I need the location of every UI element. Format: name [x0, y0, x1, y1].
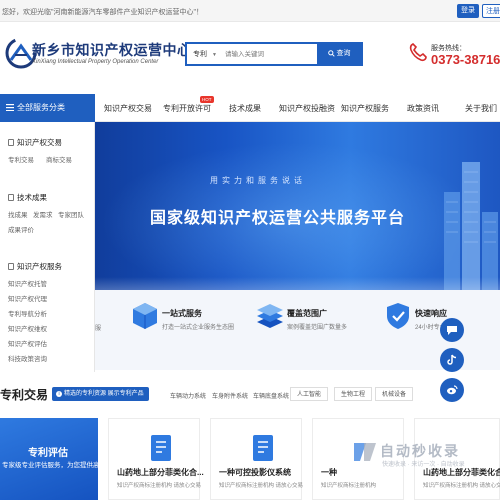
feature-title: 覆盖范围广: [287, 309, 327, 318]
patent-desc: 知识产权商标注册机构 请放心交易: [423, 483, 500, 489]
patent-desc: 知识产权商标注册机构 请放心交易: [219, 483, 304, 489]
banner-tagline: 用实力和服务说话: [210, 176, 306, 185]
patent-title: 山药地上部分菲类化合...: [117, 468, 204, 477]
box-icon: [133, 303, 157, 329]
trade-tab[interactable]: 车辆动力系统: [170, 391, 206, 400]
watermark-logo-icon: [354, 443, 376, 461]
nav-item-ip-finance[interactable]: 知识产权投融资: [279, 103, 335, 114]
sidebar-link[interactable]: 发需求: [33, 209, 53, 219]
site-header: 新乡市知识产权运营中心 XinXiang Intellectual Proper…: [0, 22, 500, 94]
chat-icon: [447, 326, 457, 335]
nav-item-ip-service[interactable]: 知识产权服务: [341, 103, 389, 114]
patent-card[interactable]: 山药地上部分菲类化合... 知识产权商标注册机构 请放心交易: [108, 418, 204, 500]
book-icon: [8, 263, 14, 270]
book-icon: [8, 194, 14, 201]
hot-badge: HOT: [200, 96, 214, 103]
tiktok-icon: [447, 354, 457, 365]
section-title: 专利交易: [0, 388, 49, 402]
nav-item-policy-news[interactable]: 政策资讯: [407, 103, 439, 114]
login-button[interactable]: 登录: [457, 4, 479, 18]
top-bar: 您好，欢迎光临"河南新能源汽车零部件产业知识产权运营中心"！ 登录 注册: [0, 0, 500, 22]
info-icon: i: [56, 391, 62, 397]
search-button-label: 查询: [336, 50, 351, 57]
sidebar-link[interactable]: 知识产权维权: [8, 323, 47, 333]
search-bar: 专利 ▼ 查询: [185, 42, 363, 66]
feature-desc: 打造一站式企业服务生态圈: [162, 325, 235, 331]
sidebar-link[interactable]: 知识产权评估: [8, 338, 47, 348]
nav-item-about[interactable]: 关于我们: [465, 103, 497, 114]
sidebar-link[interactable]: 商标交易: [46, 154, 72, 164]
tiktok-button[interactable]: [440, 348, 464, 372]
section-pill: i 精选的专利资源 展示专利产品: [52, 387, 149, 401]
sidebar-link[interactable]: 专利导航分析: [8, 308, 47, 318]
patent-icon: [253, 435, 273, 461]
watermark: 自动秒收录 快速收录 · 来访一次 · 自动收录: [350, 437, 500, 477]
feature-cut-text: 服: [95, 326, 102, 332]
patent-title: 一种可控投影仪系统: [219, 468, 291, 477]
nav-item-patent-license[interactable]: 专利开放许可: [163, 103, 211, 114]
site-subtitle: XinXiang Intellectual Property Operation…: [32, 59, 159, 65]
patent-desc: 知识产权商标注册机构 请放心交易: [117, 483, 202, 489]
feature-title: 快速响应: [415, 309, 447, 318]
patent-title: 一种: [321, 468, 337, 477]
customer-service-button[interactable]: [440, 318, 464, 342]
menu-icon: [6, 104, 14, 112]
main-nav: 全部服务分类 知识产权交易 专利开放许可 HOT 技术成果 知识产权投融资 知识…: [0, 94, 500, 122]
welcome-text: 您好，欢迎光临"河南新能源汽车零部件产业知识产权运营中心"！: [2, 9, 203, 16]
sidebar-link[interactable]: 专利交易: [8, 154, 34, 164]
feature-desc: 案例覆盖范围广数量多: [287, 325, 348, 331]
layers-icon: [257, 304, 283, 328]
all-categories-label: 全部服务分类: [17, 103, 65, 112]
sidebar-group-title: 知识产权服务: [8, 261, 62, 272]
search-input[interactable]: [225, 47, 315, 61]
sidebar-link[interactable]: 知识产权代理: [8, 293, 47, 303]
all-categories-button[interactable]: 全部服务分类: [0, 94, 95, 122]
nav-item-tech-results[interactable]: 技术成果: [229, 103, 261, 114]
search-button[interactable]: 查询: [317, 44, 361, 64]
trade-tab[interactable]: 车辆底盘系统: [253, 391, 289, 400]
eval-desc: 专家级专业评估服务，为您提供高: [2, 462, 100, 469]
watermark-subtext: 快速收录 · 来访一次 · 自动收录: [382, 462, 465, 468]
trade-tab[interactable]: 生物工程: [334, 387, 373, 401]
category-sidebar: 知识产权交易 专利交易 商标交易 技术成果 找成果 发需求 专家团队 成果评价 …: [0, 122, 95, 372]
feature-title: 一站式服务: [162, 309, 202, 318]
patent-evaluation-card[interactable]: 专利评估 专家级专业评估服务，为您提供高: [0, 418, 100, 500]
trade-tab[interactable]: 人工智能: [290, 387, 329, 401]
book-icon: [8, 139, 14, 146]
search-icon: [327, 49, 335, 57]
chevron-down-icon: ▼: [212, 52, 217, 58]
trade-tab[interactable]: 车身附件系统: [212, 391, 248, 400]
site-title[interactable]: 新乡市知识产权运营中心: [32, 40, 192, 60]
sidebar-group-title: 技术成果: [8, 192, 47, 203]
patent-icon: [151, 435, 171, 461]
patent-desc: 知识产权商标注册机构: [321, 483, 377, 489]
phone-icon: [409, 43, 427, 62]
sidebar-link[interactable]: 知识产权托管: [8, 278, 47, 288]
sidebar-link[interactable]: 成果评价: [8, 224, 34, 234]
eval-title: 专利评估: [28, 448, 68, 459]
banner-headline: 国家级知识产权运营公共服务平台: [150, 210, 406, 227]
sidebar-link[interactable]: 科技政策咨询: [8, 353, 47, 363]
trade-tab[interactable]: 机械设备: [375, 387, 414, 401]
watermark-text: 自动秒收录: [380, 443, 460, 459]
search-scope-select[interactable]: 专利: [193, 49, 207, 59]
sidebar-link[interactable]: 专家团队: [58, 209, 84, 219]
register-button[interactable]: 注册: [482, 4, 500, 18]
sidebar-group-title: 知识产权交易: [8, 137, 62, 148]
patent-trade-section-header: 专利交易 i 精选的专利资源 展示专利产品 车辆动力系统 车身附件系统 车辆底盘系…: [0, 380, 500, 406]
sidebar-link[interactable]: 找成果: [8, 209, 28, 219]
patent-card[interactable]: 一种可控投影仪系统 知识产权商标注册机构 请放心交易: [210, 418, 304, 500]
nav-item-ip-trade[interactable]: 知识产权交易: [104, 103, 152, 114]
shield-icon: [387, 303, 409, 329]
hotline-number: 0373-387168: [431, 52, 500, 67]
